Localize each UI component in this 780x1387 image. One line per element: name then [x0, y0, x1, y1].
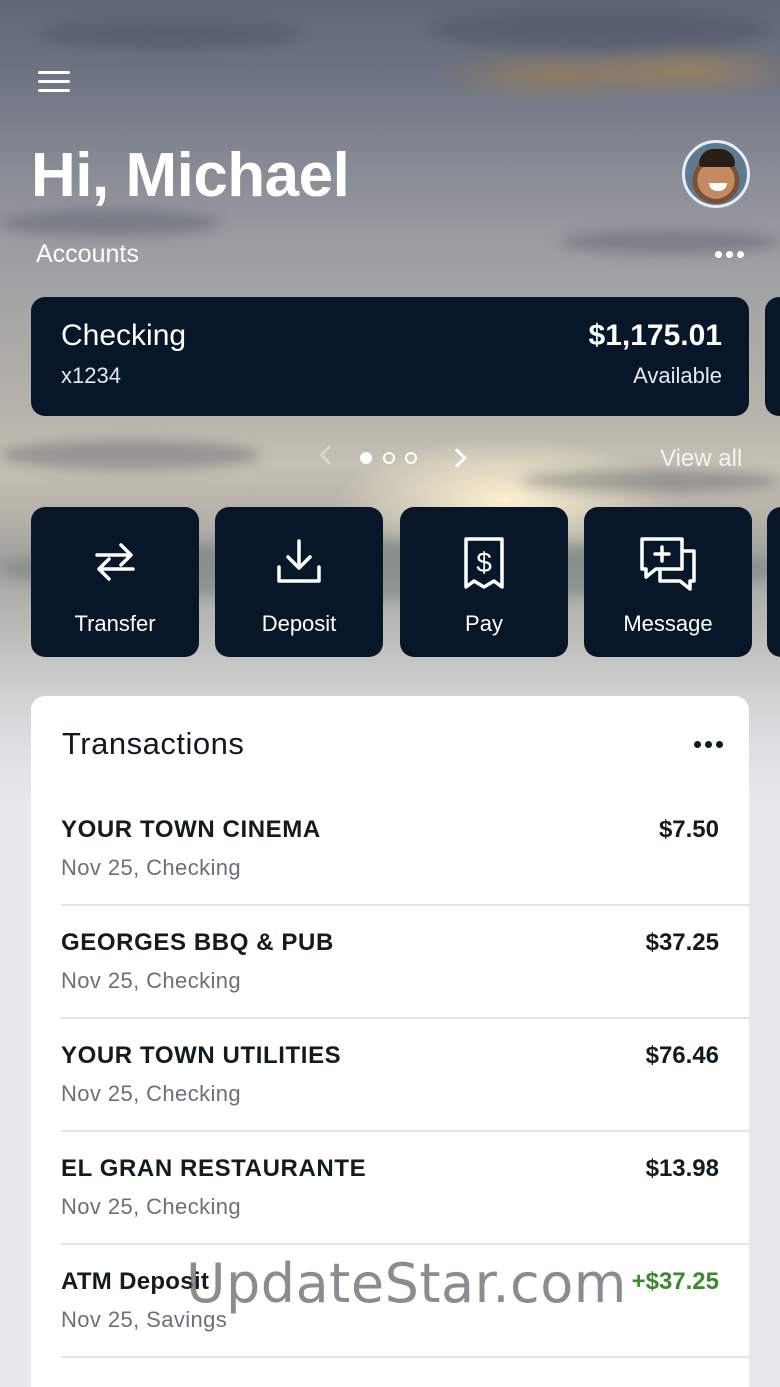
transfer-label: Transfer	[74, 611, 156, 636]
chevron-left-icon[interactable]	[319, 445, 339, 465]
view-all-link[interactable]: View all	[660, 445, 742, 473]
account-balance-label: Available	[633, 363, 722, 388]
transaction-row[interactable]: YOUR TOWN UTILITIES Nov 25, Checking $76…	[61, 1019, 749, 1132]
deposit-button[interactable]: Deposit	[215, 507, 383, 657]
transaction-name: YOUR TOWN CINEMA	[61, 816, 321, 843]
transaction-row[interactable]: GEORGES BBQ & PUB Nov 25, Checking $37.2…	[61, 906, 749, 1019]
account-pager	[312, 444, 472, 472]
transfer-icon	[95, 543, 135, 581]
message-button[interactable]: Message	[584, 507, 752, 657]
hamburger-menu-icon[interactable]	[38, 71, 70, 95]
message-label: Message	[623, 611, 713, 636]
transaction-name: EL GRAN RESTAURANTE	[61, 1155, 367, 1182]
transaction-amount: $7.50	[658, 816, 719, 843]
pay-icon: $	[464, 537, 504, 589]
accounts-label: Accounts	[36, 240, 139, 268]
deposit-icon	[277, 539, 321, 583]
greeting: Hi, Michael	[31, 141, 350, 210]
pager-dot[interactable]	[360, 452, 372, 464]
transaction-amount: $37.25	[645, 929, 719, 956]
transactions-title: Transactions	[62, 726, 245, 761]
next-action-button[interactable]	[767, 507, 780, 657]
pager-dot[interactable]	[383, 452, 395, 464]
pager-dot[interactable]	[405, 452, 417, 464]
svg-text:$: $	[476, 547, 492, 578]
transaction-row[interactable]: EL GRAN RESTAURANTE Nov 25, Checking $13…	[61, 1132, 749, 1245]
transaction-row[interactable]: YOUR TOWN CINEMA Nov 25, Checking $7.50	[61, 793, 749, 906]
next-account-card[interactable]	[765, 297, 780, 416]
transaction-detail: Nov 25, Checking	[61, 855, 242, 880]
account-name: Checking	[61, 319, 187, 352]
transaction-amount: +$37.25	[631, 1268, 719, 1295]
avatar[interactable]	[682, 140, 750, 208]
account-balance: $1,175.01	[588, 319, 722, 352]
transaction-detail: Nov 25, Checking	[61, 968, 242, 993]
transfer-button[interactable]: Transfer	[31, 507, 199, 657]
transaction-amount: $76.46	[645, 1042, 719, 1069]
account-card-checking[interactable]: Checking x1234 $1,175.01 Available	[31, 297, 749, 416]
pay-label: Pay	[465, 611, 503, 636]
transaction-name: YOUR TOWN UTILITIES	[61, 1042, 342, 1069]
transaction-detail: Nov 25, Checking	[61, 1194, 242, 1219]
account-number: x1234	[61, 363, 121, 388]
transaction-name: GEORGES BBQ & PUB	[61, 929, 334, 956]
message-icon	[640, 537, 696, 591]
transaction-amount: $13.98	[645, 1155, 719, 1182]
watermark: UpdateStar.com	[186, 1252, 627, 1315]
accounts-more-icon[interactable]	[715, 251, 744, 258]
chevron-right-icon[interactable]	[447, 448, 467, 468]
deposit-label: Deposit	[261, 611, 337, 636]
transactions-more-icon[interactable]	[694, 741, 723, 748]
pay-button[interactable]: $ Pay	[400, 507, 568, 657]
transaction-detail: Nov 25, Checking	[61, 1081, 242, 1106]
